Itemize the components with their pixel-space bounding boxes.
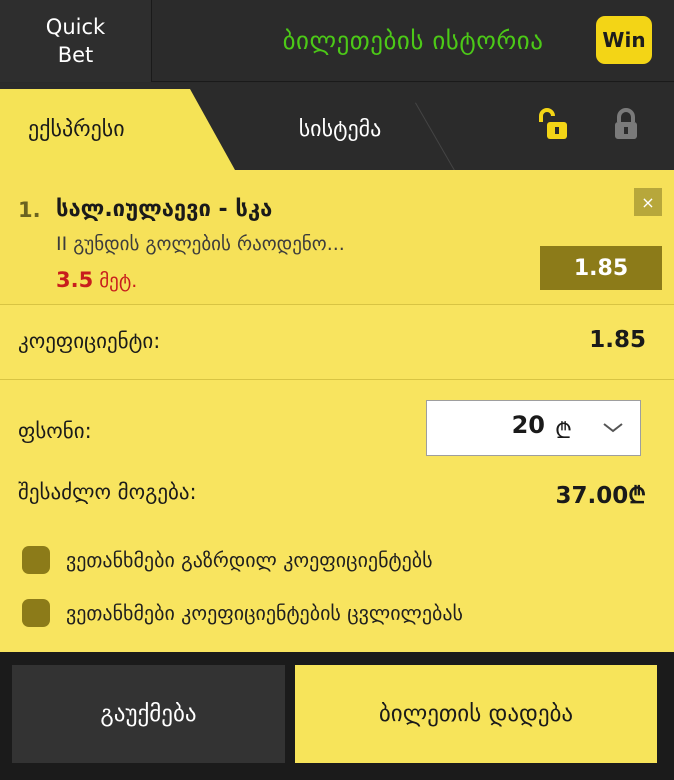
bet-item: 1. სალ.იულაევი - სკა II გუნდის გოლების რ…	[0, 170, 674, 305]
remove-bet-button[interactable]: ×	[634, 188, 662, 216]
lock-icon[interactable]	[612, 107, 640, 141]
cancel-button[interactable]: გაუქმება	[12, 665, 285, 763]
action-bar: გაუქმება ბილეთის დადება	[0, 652, 674, 780]
quick-bet-label-line2: Bet	[57, 43, 94, 67]
accept-increased-odds-option[interactable]: ვეთანხმები გაზრდილ კოეფიციენტებს	[22, 543, 433, 577]
tab-system[interactable]: სისტემა	[250, 89, 430, 170]
unlock-icon[interactable]	[537, 107, 571, 141]
bet-odds: 1.85	[540, 246, 662, 290]
bet-type-tabs: ექსპრესი სისტემა	[0, 83, 674, 181]
quick-bet-label-line1: Quick	[45, 15, 106, 39]
stake-value: 20	[511, 411, 545, 439]
bet-pick-value: 3.5	[56, 268, 94, 292]
coefficient-label: კოეფიციენტი:	[18, 329, 161, 353]
total-coefficient-row: კოეფიციენტი: 1.85	[0, 305, 674, 380]
possible-win-label: შესაძლო მოგება:	[18, 480, 197, 504]
bet-number: 1.	[18, 198, 41, 222]
accept-increased-checkbox[interactable]	[22, 546, 50, 574]
tab-express[interactable]: ექსპრესი	[0, 89, 235, 170]
lari-currency-icon: ₾	[555, 419, 572, 444]
accept-increased-label: ვეთანხმები გაზრდილ კოეფიციენტებს	[66, 548, 433, 572]
accept-changes-checkbox[interactable]	[22, 599, 50, 627]
coefficient-value: 1.85	[589, 327, 646, 353]
stake-label: ფსონი:	[18, 419, 92, 443]
possible-win-value: 37.00₾	[555, 483, 646, 509]
bet-pick: 3.5 მეტ.	[56, 268, 137, 292]
bet-pick-label: მეტ.	[93, 270, 138, 292]
stake-input[interactable]: 20 ₾	[426, 400, 641, 456]
win-badge[interactable]: Win	[596, 16, 652, 64]
betslip-panel: 1. სალ.იულაევი - სკა II გუნდის გოლების რ…	[0, 170, 674, 652]
chevron-down-icon[interactable]	[602, 416, 624, 438]
accept-changes-label: ვეთანხმები კოეფიციენტების ცვლილებას	[66, 601, 463, 625]
bet-match: სალ.იულაევი - სკა	[56, 197, 273, 222]
top-bar: Quick Bet ბილეთების ისტორია Win	[0, 0, 674, 82]
quick-bet-button[interactable]: Quick Bet	[0, 0, 152, 82]
bet-market: II გუნდის გოლების რაოდენო...	[56, 233, 345, 255]
accept-odds-changes-option[interactable]: ვეთანხმები კოეფიციენტების ცვლილებას	[22, 596, 463, 630]
place-bet-button[interactable]: ბილეთის დადება	[295, 665, 657, 763]
